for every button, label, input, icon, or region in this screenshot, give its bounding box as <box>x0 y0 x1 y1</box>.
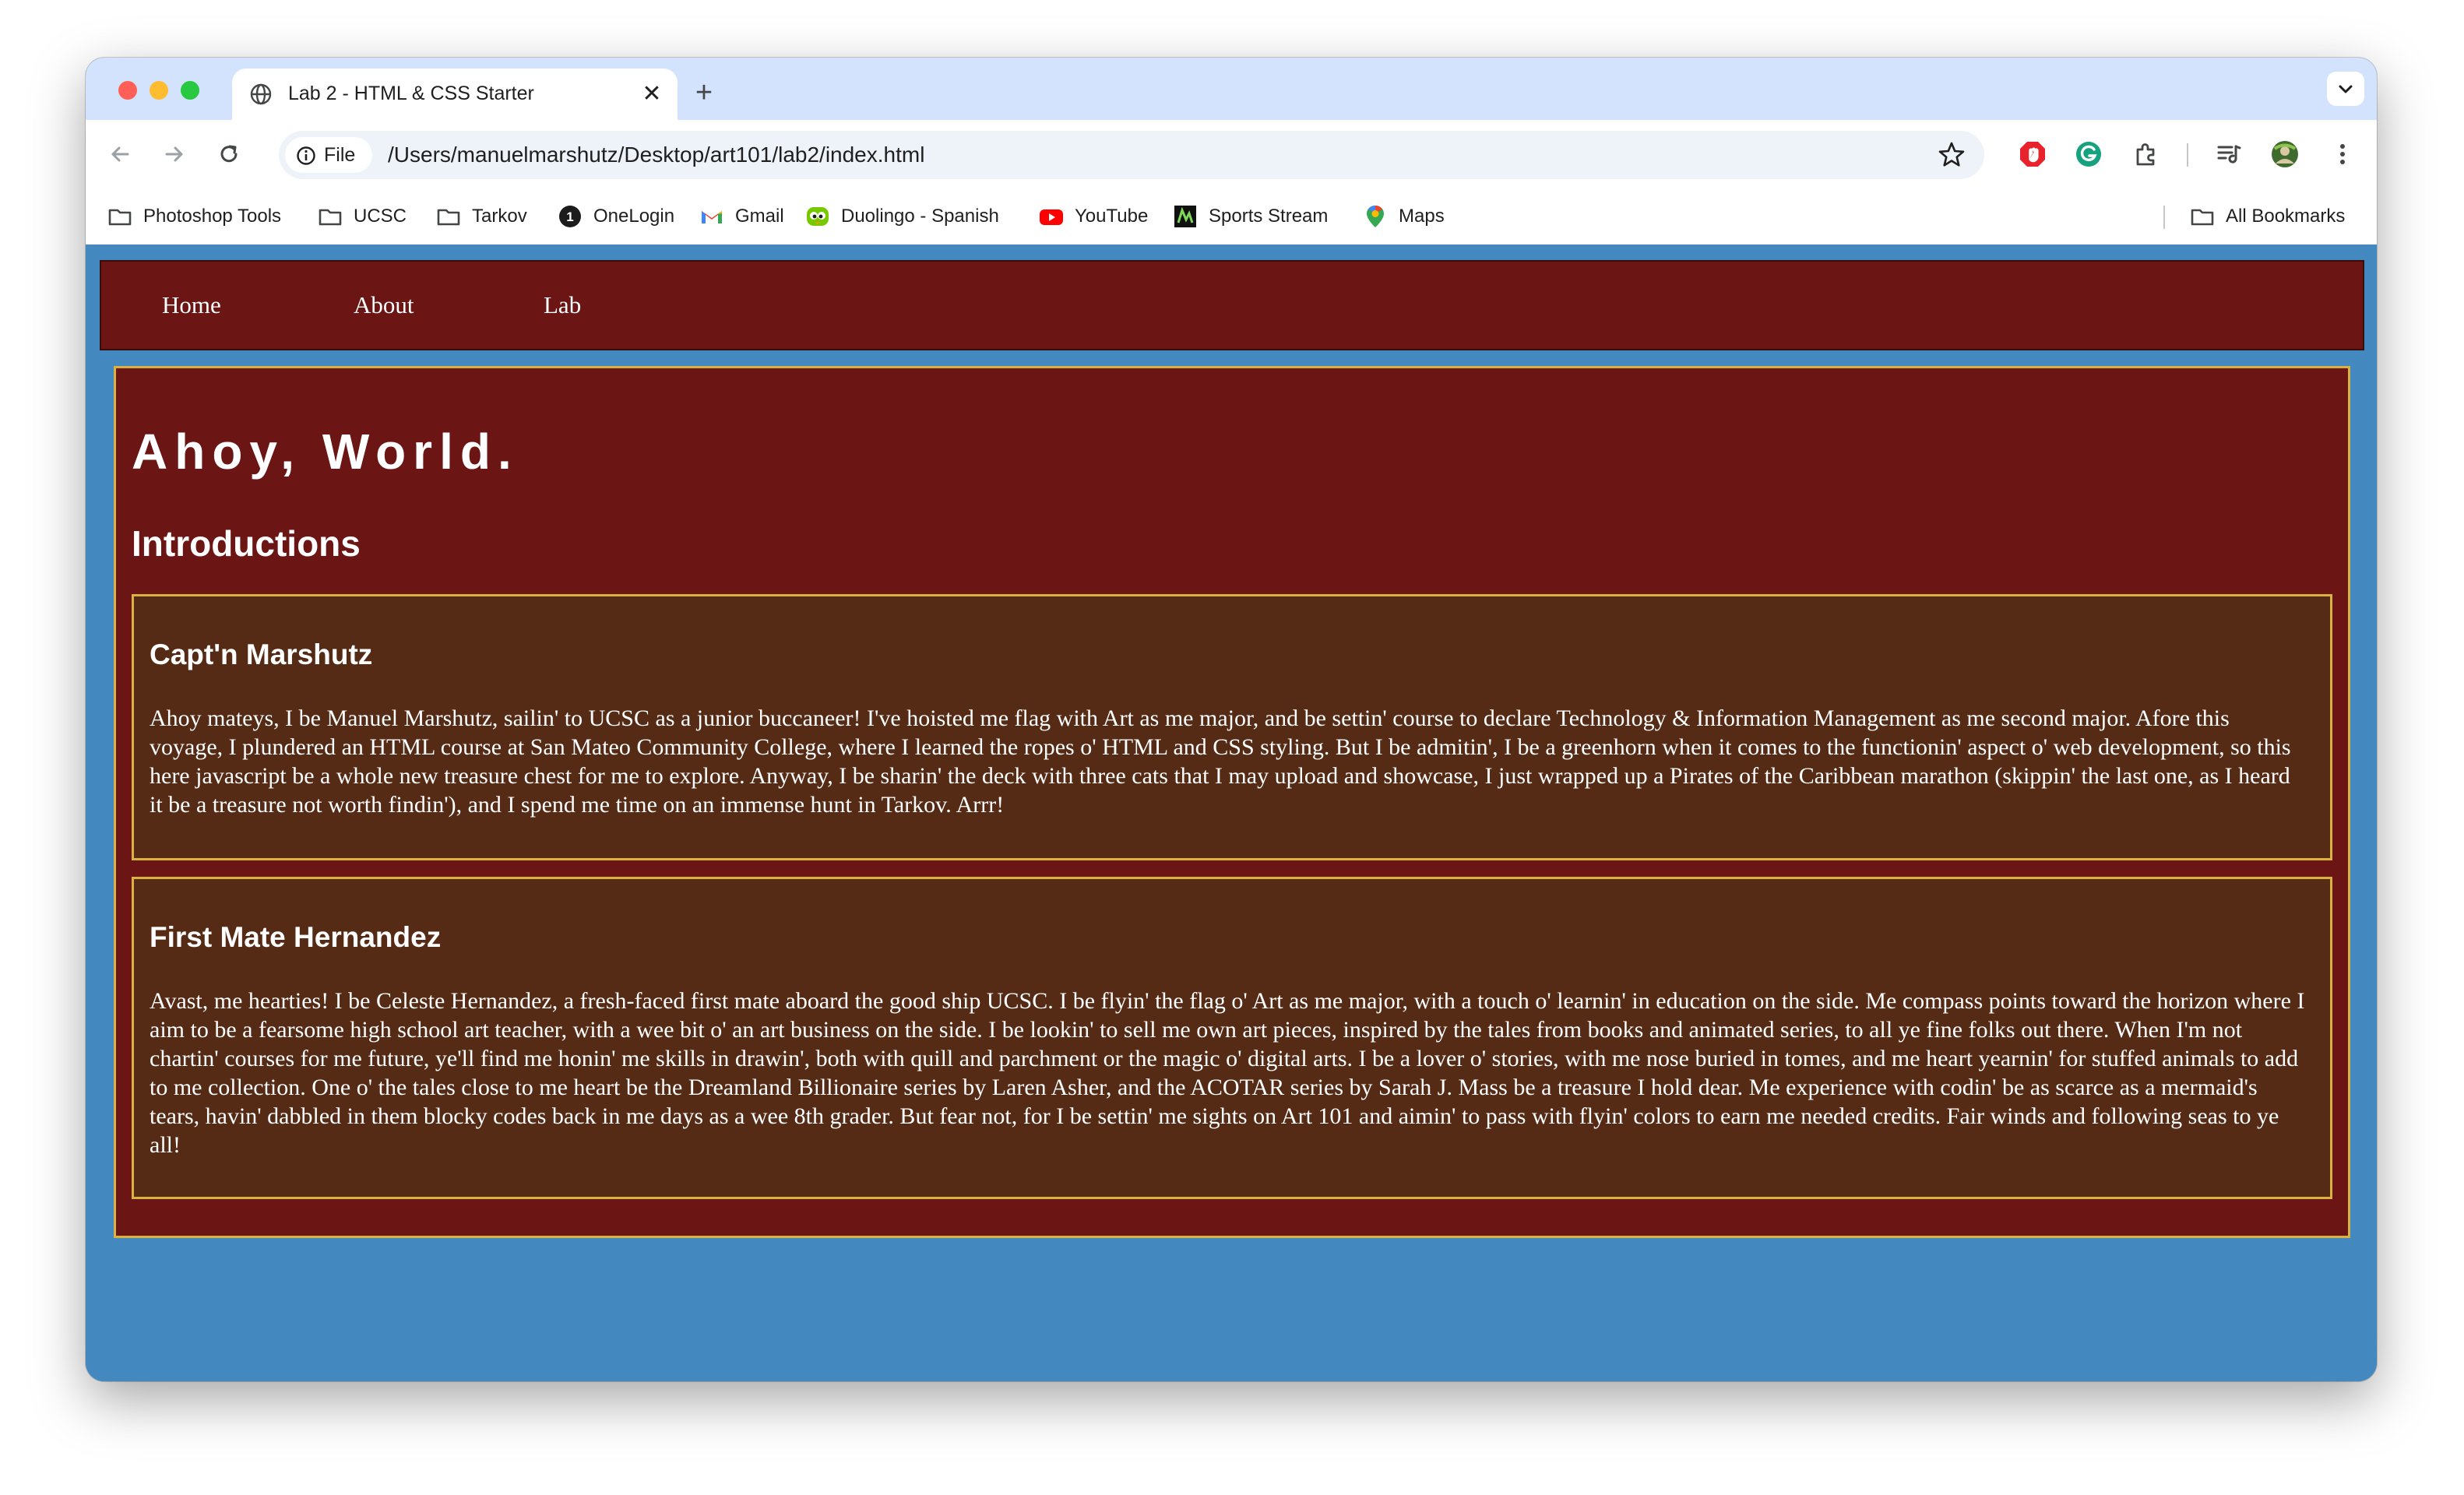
forward-button[interactable] <box>153 132 196 176</box>
browser-toolbar: File /Users/manuelmarshutz/Desktop/art10… <box>86 120 2377 188</box>
arrow-right-icon <box>165 146 183 162</box>
tab-lab2[interactable]: Lab 2 - HTML & CSS Starter ✕ <box>232 69 678 120</box>
bookmark-photoshop-tools[interactable]: Photoshop Tools <box>107 202 281 230</box>
minimize-window-button[interactable] <box>150 81 168 100</box>
reload-button[interactable] <box>207 132 251 176</box>
person-card-hernandez: First Mate Hernandez Avast, me hearties!… <box>132 877 2332 1199</box>
folder-icon <box>436 204 461 229</box>
arrow-left-icon <box>111 146 129 162</box>
site-chip-label: File <box>324 144 356 166</box>
reload-icon <box>220 145 238 163</box>
bookmark-ucsc[interactable]: UCSC <box>318 202 407 230</box>
close-window-button[interactable] <box>118 81 137 100</box>
svg-text:1: 1 <box>566 209 573 224</box>
bookmark-onelogin[interactable]: 1 OneLogin <box>558 202 674 230</box>
maps-icon <box>1363 204 1388 229</box>
site-nav: Home About Lab <box>100 260 2364 350</box>
person-name: Capt'n Marshutz <box>150 638 373 670</box>
nav-link-home[interactable]: Home <box>162 291 221 319</box>
page-viewport: Home About Lab Ahoy, World. Introduction… <box>86 244 2377 1381</box>
section-heading: Introductions <box>132 523 361 564</box>
bookmarks-bar: Photoshop Tools UCSC Tarkov 1 OneLogin G… <box>86 188 2377 244</box>
toolbar-separator <box>2187 143 2188 167</box>
bookmark-sports-stream[interactable]: Sports Stream <box>1173 202 1328 230</box>
onelogin-icon: 1 <box>558 204 583 229</box>
sports-stream-icon <box>1173 204 1198 229</box>
back-button[interactable] <box>98 132 142 176</box>
globe-icon <box>249 83 273 106</box>
bookmark-gmail[interactable]: Gmail <box>699 202 784 230</box>
maximize-window-button[interactable] <box>181 81 199 100</box>
site-info-chip[interactable]: File <box>285 137 372 173</box>
folder-icon <box>318 204 343 229</box>
youtube-icon <box>1039 204 1064 229</box>
bookmark-youtube[interactable]: YouTube <box>1039 202 1148 230</box>
page-title: Ahoy, World. <box>132 424 519 480</box>
nav-link-about[interactable]: About <box>354 291 414 319</box>
person-name: First Mate Hernandez <box>150 921 442 953</box>
tab-strip: Lab 2 - HTML & CSS Starter ✕ + <box>86 58 2377 120</box>
url-text[interactable]: /Users/manuelmarshutz/Desktop/art101/lab… <box>388 142 924 167</box>
gmail-icon <box>699 204 724 229</box>
folder-icon <box>2190 204 2215 229</box>
bookmark-all-bookmarks[interactable]: All Bookmarks <box>2190 202 2345 230</box>
new-tab-button[interactable]: + <box>685 75 723 112</box>
bookmarks-separator <box>2163 206 2165 229</box>
folder-icon <box>107 204 132 229</box>
tab-title: Lab 2 - HTML & CSS Starter <box>288 83 534 104</box>
extensions-puzzle-icon[interactable] <box>2129 137 2163 171</box>
profile-avatar[interactable] <box>2268 137 2302 171</box>
adblock-extension-icon[interactable] <box>2015 137 2050 171</box>
more-menu-icon[interactable] <box>2325 137 2360 171</box>
chevron-down-icon <box>2339 85 2353 93</box>
grammarly-extension-icon[interactable] <box>2072 137 2106 171</box>
bookmark-tarkov[interactable]: Tarkov <box>436 202 527 230</box>
main-content-card: Ahoy, World. Introductions Capt'n Marshu… <box>114 366 2350 1238</box>
tab-search-button[interactable] <box>2327 72 2364 106</box>
nav-link-lab[interactable]: Lab <box>544 291 581 319</box>
bookmark-duolingo-spanish[interactable]: Duolingo - Spanish <box>805 202 999 230</box>
address-bar[interactable]: File /Users/manuelmarshutz/Desktop/art10… <box>279 131 1984 179</box>
person-bio: Avast, me hearties! I be Celeste Hernand… <box>150 988 2305 1158</box>
bookmark-maps[interactable]: Maps <box>1363 202 1445 230</box>
media-controls-icon[interactable] <box>2212 137 2246 171</box>
duolingo-icon <box>805 204 830 229</box>
bookmark-star-icon[interactable] <box>1936 139 1967 171</box>
person-card-marshutz: Capt'n Marshutz Ahoy mateys, I be Manuel… <box>132 594 2332 860</box>
tab-close-icon[interactable]: ✕ <box>637 79 667 109</box>
info-icon <box>297 146 315 165</box>
browser-window: Lab 2 - HTML & CSS Starter ✕ + File /Use… <box>86 58 2377 1381</box>
person-bio: Ahoy mateys, I be Manuel Marshutz, saili… <box>150 705 2291 818</box>
